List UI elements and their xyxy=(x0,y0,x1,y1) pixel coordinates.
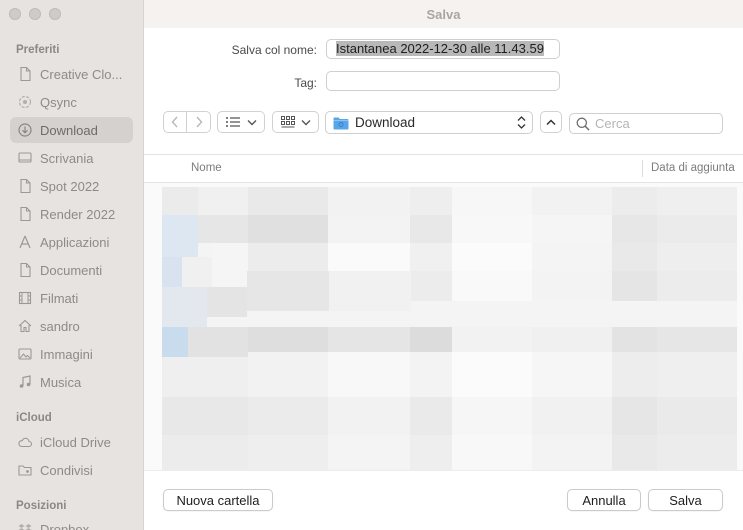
zoom-window-button[interactable] xyxy=(49,8,61,20)
group-view-button[interactable] xyxy=(272,111,319,133)
sidebar-item-label: Documenti xyxy=(40,262,103,278)
shared-folder-icon xyxy=(17,462,33,478)
chevron-down-icon xyxy=(247,119,257,125)
document-icon xyxy=(17,178,33,194)
sidebar-item-label: Render 2022 xyxy=(40,206,116,222)
save-as-value: Istantanea 2022-12-30 alle 11.43.59 xyxy=(336,41,544,56)
sidebar-item-icloud-drive[interactable]: iCloud Drive xyxy=(10,429,133,455)
music-icon xyxy=(17,374,33,390)
sidebar-item-creative-cloud[interactable]: Creative Clo... xyxy=(10,61,133,87)
grid-view-icon xyxy=(280,116,295,128)
sidebar-item-immagini[interactable]: Immagini xyxy=(10,341,133,367)
sidebar-item-render-2022[interactable]: Render 2022 xyxy=(10,201,133,227)
desktop-icon xyxy=(17,150,33,166)
file-list-header: Nome Data di aggiunta xyxy=(144,154,743,183)
sidebar-item-label: Qsync xyxy=(40,94,77,110)
sidebar-item-sandro[interactable]: sandro xyxy=(10,313,133,339)
sidebar-item-label: Creative Clo... xyxy=(40,66,123,82)
document-icon xyxy=(17,66,33,82)
sidebar-item-label: Scrivania xyxy=(40,150,94,166)
search-field[interactable] xyxy=(569,113,723,134)
list-view-button[interactable] xyxy=(217,111,265,133)
column-date-added[interactable]: Data di aggiunta xyxy=(651,162,735,174)
sidebar-item-applicazioni[interactable]: Applicazioni xyxy=(10,229,133,255)
save-panel: Salva Salva col nome: Istantanea 2022-12… xyxy=(144,0,743,530)
document-icon xyxy=(17,262,33,278)
window-title: Salva xyxy=(144,0,743,28)
sidebar-item-label: Dropbox xyxy=(40,521,90,530)
sidebar-item-scrivania[interactable]: Scrivania xyxy=(10,145,133,171)
tags-input[interactable] xyxy=(326,71,560,91)
close-window-button[interactable] xyxy=(9,8,21,20)
sidebar-item-label: sandro xyxy=(40,318,80,334)
file-list[interactable] xyxy=(144,183,743,470)
sidebar-item-label: Spot 2022 xyxy=(40,178,100,194)
expand-collapse-button[interactable] xyxy=(540,111,562,133)
save-button[interactable]: Salva xyxy=(648,489,723,511)
sidebar-item-filmati[interactable]: Filmati xyxy=(10,285,133,311)
chevron-up-icon xyxy=(546,118,556,125)
new-folder-button[interactable]: Nuova cartella xyxy=(163,489,273,511)
cancel-button[interactable]: Annulla xyxy=(567,489,641,511)
sidebar-item-label: Download xyxy=(40,122,98,138)
minimize-window-button[interactable] xyxy=(29,8,41,20)
dropbox-icon xyxy=(17,521,33,530)
list-view-icon xyxy=(226,117,240,127)
sidebar-section-favorites: Preferiti xyxy=(16,44,60,56)
sidebar: Preferiti Creative Clo... Qsync Download… xyxy=(0,0,144,530)
sidebar-item-label: Immagini xyxy=(40,346,93,362)
sidebar-section-icloud: iCloud xyxy=(16,412,52,424)
chevron-left-icon xyxy=(171,116,178,128)
sidebar-item-dropbox[interactable]: Dropbox xyxy=(10,516,133,530)
sidebar-item-qsync[interactable]: Qsync xyxy=(10,89,133,115)
sidebar-item-label: Applicazioni xyxy=(40,234,110,250)
search-icon xyxy=(576,117,590,131)
sidebar-item-condivisi[interactable]: Condivisi xyxy=(10,457,133,483)
document-icon xyxy=(17,206,33,222)
cloud-icon xyxy=(17,434,33,450)
sidebar-section-locations: Posizioni xyxy=(16,500,67,512)
sidebar-item-documenti[interactable]: Documenti xyxy=(10,257,133,283)
folder-icon xyxy=(333,117,349,129)
chevron-down-icon xyxy=(301,119,310,125)
film-icon xyxy=(17,290,33,306)
bottom-bar: Nuova cartella Annulla Salva xyxy=(144,470,743,530)
sidebar-item-label: Condivisi xyxy=(40,462,93,478)
search-input[interactable] xyxy=(595,116,715,131)
sidebar-item-label: Musica xyxy=(40,374,82,390)
photo-icon xyxy=(17,346,33,362)
sidebar-item-label: Filmati xyxy=(40,290,79,306)
home-icon xyxy=(17,318,33,334)
sidebar-item-musica[interactable]: Musica xyxy=(10,369,133,395)
location-popup[interactable]: Download xyxy=(325,111,533,134)
chevron-right-icon xyxy=(195,116,202,128)
location-label: Download xyxy=(355,115,416,130)
tags-label: Tag: xyxy=(294,76,317,90)
download-icon xyxy=(17,122,33,138)
sidebar-item-label: iCloud Drive xyxy=(40,434,111,450)
save-as-label: Salva col nome: xyxy=(231,43,317,57)
up-down-chevron-icon xyxy=(517,116,526,129)
back-button[interactable] xyxy=(163,111,187,133)
sidebar-item-spot-2022[interactable]: Spot 2022 xyxy=(10,173,133,199)
forward-button[interactable] xyxy=(187,111,211,133)
window-controls xyxy=(9,8,61,20)
sync-icon xyxy=(17,94,33,110)
save-as-input[interactable]: Istantanea 2022-12-30 alle 11.43.59 xyxy=(326,39,560,59)
column-name[interactable]: Nome xyxy=(191,162,222,174)
obscured-file-rows xyxy=(162,187,737,470)
sidebar-item-download[interactable]: Download xyxy=(10,117,133,143)
applications-icon xyxy=(17,234,33,250)
column-separator xyxy=(642,160,643,177)
